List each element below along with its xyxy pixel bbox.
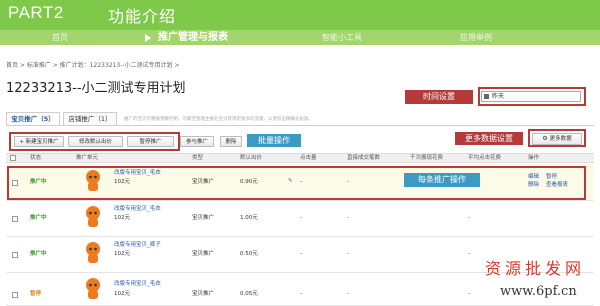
row-cpc: - bbox=[468, 251, 470, 257]
more-data-button[interactable]: ⚙ 更多数据 bbox=[532, 133, 582, 145]
page-title: 12233213--小二测试专用计划 bbox=[6, 81, 186, 96]
tab-shop-promo[interactable]: 店铺推广（1） bbox=[63, 112, 117, 126]
product-thumbnail bbox=[86, 206, 100, 227]
row-clicks: - bbox=[300, 251, 302, 257]
row-cpc: - bbox=[468, 291, 470, 297]
modify-bid-button[interactable]: 修改默认出价 bbox=[68, 136, 123, 147]
row-bid[interactable]: 0.50元 bbox=[240, 250, 258, 258]
row-checkbox[interactable] bbox=[12, 180, 18, 186]
view-report-link[interactable]: 查看报表 bbox=[546, 181, 568, 189]
row-type: 宝贝推广 bbox=[192, 251, 215, 257]
main-nav: 首页 推广管理与报表 智能小工具 应用举例 bbox=[0, 30, 600, 45]
delete-link[interactable]: 删除 bbox=[528, 181, 539, 189]
header-bar: PART2 功能介绍 bbox=[0, 0, 600, 30]
col-bid[interactable]: 默认出价 bbox=[240, 153, 262, 163]
row-status: 推广中 bbox=[30, 251, 47, 257]
row-checkbox[interactable] bbox=[12, 216, 18, 222]
row-checkbox[interactable] bbox=[12, 252, 18, 258]
join-promo-button[interactable]: 参与推广 bbox=[180, 136, 214, 147]
nav-arrow-icon bbox=[145, 34, 151, 42]
row-title[interactable]: 改版专用宝贝_毛衣 bbox=[114, 205, 161, 213]
row-checkbox[interactable] bbox=[12, 292, 18, 298]
col-status[interactable]: 状态 bbox=[30, 153, 41, 163]
annotation-per-item-ops: 每条推广操作 bbox=[404, 173, 480, 187]
annotation-more-data-settings: 更多数据设置 bbox=[455, 132, 523, 145]
nav-item-smart-tools[interactable]: 智能小工具 bbox=[322, 30, 362, 45]
breadcrumb: 首页 > 标准推广 > 推广计划：12233213--小二测试专用计划 > bbox=[6, 62, 180, 69]
watermark-cn: 资源批发网 bbox=[485, 259, 586, 278]
nav-item-promo-mgmt[interactable]: 推广管理与报表 bbox=[158, 30, 228, 45]
row-deals: - bbox=[347, 251, 349, 257]
pause-button[interactable]: 暂停推广 bbox=[127, 136, 174, 147]
annotation-time-setting: 时间设置 bbox=[405, 90, 473, 104]
tab-note: 推广的宝贝可根据预算控制，可最佳管理主推的宝贝获得足够多的流量，以便双击精确化投… bbox=[124, 117, 313, 122]
pause-link[interactable]: 暂停 bbox=[546, 173, 557, 181]
col-clicks[interactable]: 点击量 bbox=[300, 153, 317, 163]
row-status: 推广中 bbox=[30, 215, 47, 221]
product-thumbnail bbox=[86, 242, 100, 263]
col-type: 类型 bbox=[192, 155, 204, 161]
date-select-value: 昨天 bbox=[492, 93, 505, 100]
date-select[interactable]: 昨天 bbox=[481, 91, 581, 102]
row-deals: - bbox=[347, 215, 349, 221]
watermark-url: www.6pf.cn bbox=[500, 284, 577, 299]
col-cpc[interactable]: 平均点击花费 bbox=[468, 153, 501, 163]
row-clicks: - bbox=[300, 215, 302, 221]
gear-icon: ⚙ bbox=[542, 135, 548, 142]
product-thumbnail bbox=[86, 170, 100, 191]
row-status: 暂停 bbox=[30, 291, 42, 297]
row-type: 宝贝推广 bbox=[192, 291, 215, 297]
tab-item-promo[interactable]: 宝贝推广（5） bbox=[6, 112, 60, 126]
row-deals: - bbox=[347, 179, 349, 185]
nav-item-examples[interactable]: 应用举例 bbox=[460, 30, 492, 45]
edit-pencil-icon[interactable]: ✎ bbox=[288, 177, 293, 185]
row-title[interactable]: 改版专用宝贝_裤子 bbox=[114, 241, 161, 249]
tab-divider bbox=[6, 125, 594, 126]
nav-item-home[interactable]: 首页 bbox=[52, 30, 68, 45]
calendar-icon bbox=[484, 94, 489, 99]
edit-link[interactable]: 编辑 bbox=[528, 173, 539, 181]
row-title[interactable]: 改版专用宝贝_毛衣 bbox=[114, 280, 161, 288]
col-cpm[interactable]: 千次展现花费 bbox=[410, 153, 443, 163]
row-cpc: - bbox=[468, 215, 470, 221]
page: PART2 功能介绍 首页 推广管理与报表 智能小工具 应用举例 首页 > 标准… bbox=[0, 0, 600, 306]
row-status: 推广中 bbox=[30, 179, 47, 185]
more-data-label: 更多数据 bbox=[549, 136, 572, 142]
col-deals[interactable]: 直接成交笔数 bbox=[347, 153, 380, 163]
delete-button[interactable]: 删除 bbox=[220, 136, 242, 147]
col-ops: 操作 bbox=[528, 155, 540, 161]
row-type: 宝贝推广 bbox=[192, 179, 215, 185]
row-price: 102元 bbox=[114, 291, 130, 297]
row-bid[interactable]: 1.00元 bbox=[240, 214, 258, 222]
row-clicks: - bbox=[300, 291, 302, 297]
row-title[interactable]: 改版专用宝贝_毛衣 bbox=[114, 169, 161, 177]
select-all-checkbox[interactable] bbox=[10, 155, 16, 161]
new-promo-button[interactable]: + 新建宝贝推广 bbox=[14, 136, 64, 147]
row-clicks: - bbox=[300, 179, 302, 185]
row-bid[interactable]: 0.05元 bbox=[240, 290, 258, 298]
product-thumbnail bbox=[86, 278, 100, 299]
row-bid[interactable]: 0.90元 bbox=[240, 178, 258, 186]
col-unit: 推广单元 bbox=[76, 155, 99, 161]
annotation-batch-ops: 批量操作 bbox=[247, 134, 301, 147]
row-price: 102元 bbox=[114, 251, 130, 257]
header-title: 功能介绍 bbox=[108, 7, 177, 26]
row-deals: - bbox=[347, 291, 349, 297]
row-price: 102元 bbox=[114, 215, 130, 221]
row-type: 宝贝推广 bbox=[192, 215, 215, 221]
part-label: PART2 bbox=[8, 3, 64, 22]
row-price: 102元 bbox=[114, 179, 130, 185]
